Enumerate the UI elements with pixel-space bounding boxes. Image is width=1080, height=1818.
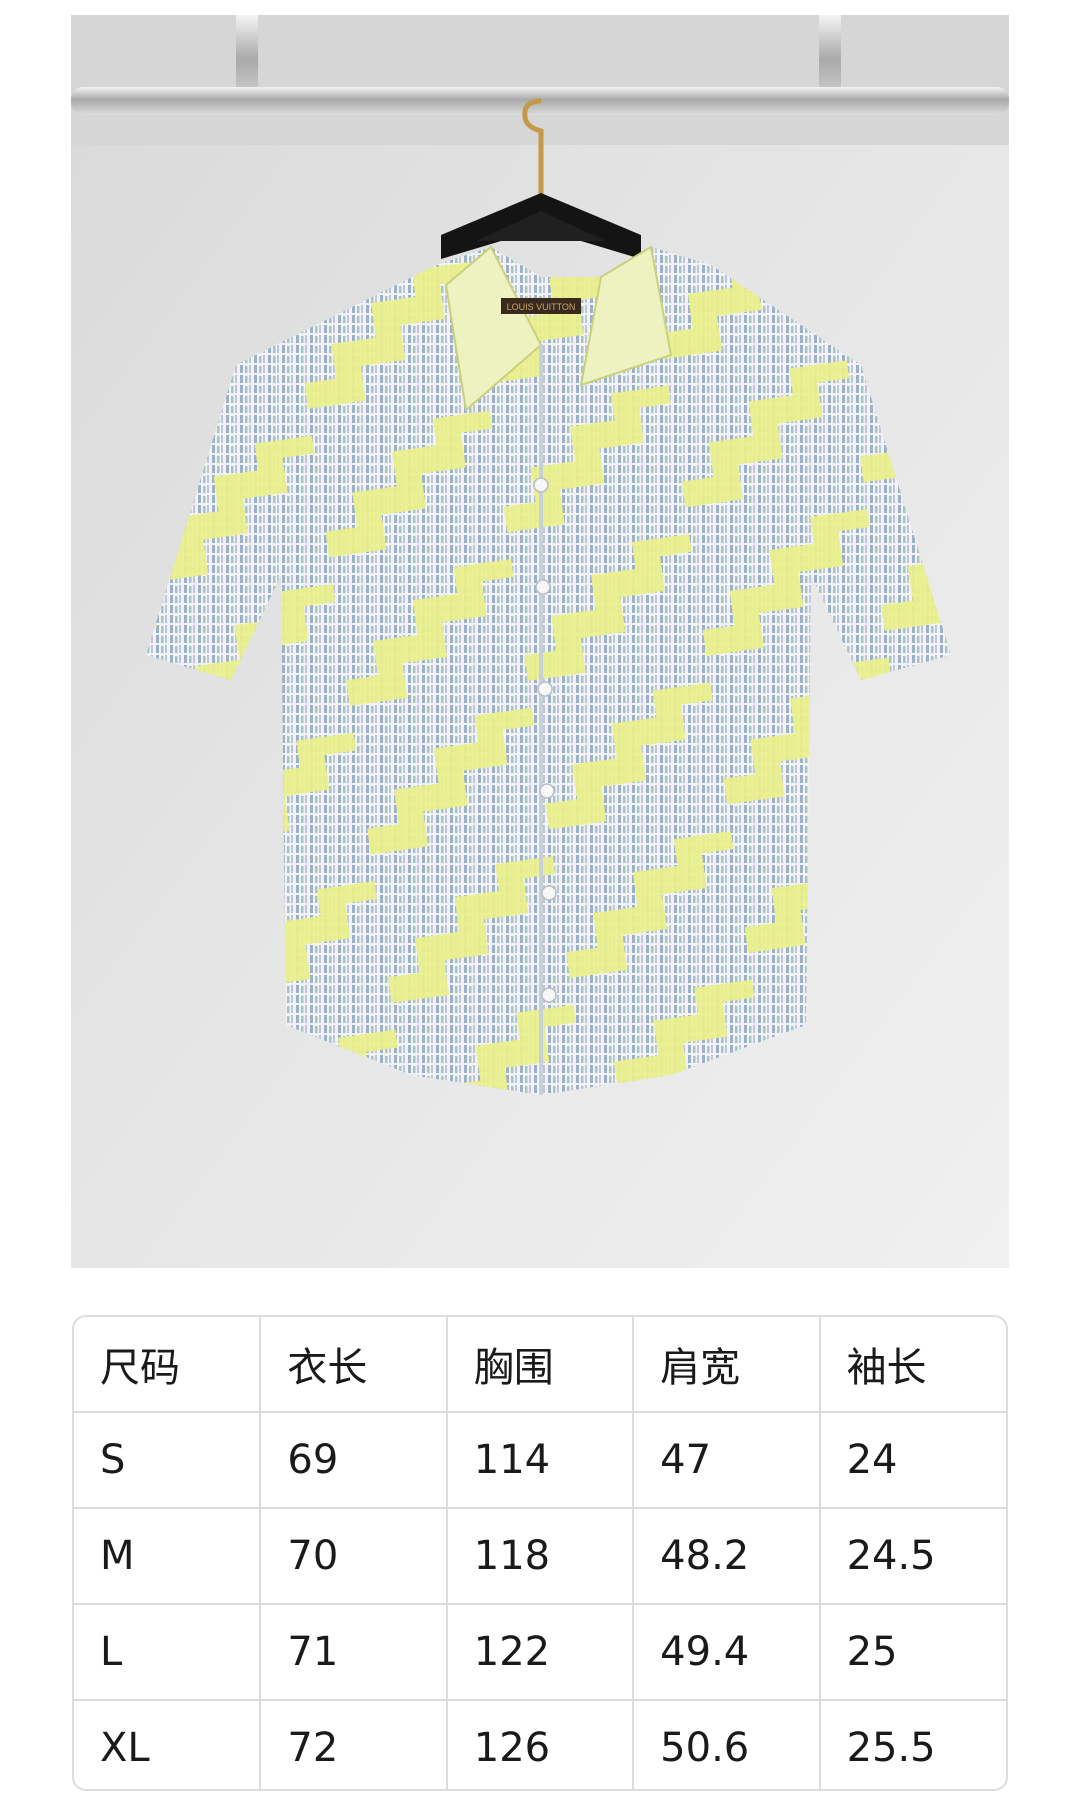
table-cell: 48.2 — [633, 1508, 821, 1605]
header-cell: 袖长 — [819, 1317, 1006, 1413]
header-cell: 尺码 — [74, 1317, 262, 1413]
table-cell: 49.4 — [633, 1604, 821, 1701]
product-photo: LOUIS VUITTON — [71, 15, 1009, 1268]
table-cell: 122 — [446, 1604, 635, 1701]
brand-label: LOUIS VUITTON — [507, 302, 576, 312]
table-cell: 50.6 — [633, 1700, 821, 1789]
table-cell: 47 — [633, 1412, 821, 1509]
size-chart: 尺码 衣长 胸围 肩宽 袖长 S 69 114 47 24 M 70 118 4… — [72, 1315, 1008, 1791]
size-table: 尺码 衣长 胸围 肩宽 袖长 S 69 114 47 24 M 70 118 4… — [74, 1317, 1006, 1789]
table-row: M 70 118 48.2 24.5 — [74, 1508, 1006, 1605]
header-cell: 胸围 — [446, 1317, 635, 1413]
table-row: XL 72 126 50.6 25.5 — [74, 1700, 1006, 1789]
table-cell: L — [74, 1604, 262, 1701]
table-cell: 71 — [260, 1604, 448, 1701]
table-cell: 25.5 — [846, 1725, 936, 1771]
table-cell: 25 — [819, 1604, 1006, 1701]
table-cell: M — [74, 1508, 262, 1605]
shirt-on-hanger-illustration: LOUIS VUITTON — [71, 15, 1009, 1268]
table-header-row: 尺码 衣长 胸围 肩宽 袖长 — [74, 1317, 1006, 1413]
table-cell: XL — [74, 1700, 262, 1789]
table-cell: 114 — [446, 1412, 635, 1509]
table-row: S 69 114 47 24 — [74, 1412, 1006, 1509]
table-cell: S — [74, 1412, 262, 1509]
header-cell: 肩宽 — [633, 1317, 821, 1413]
table-cell: 24.5 — [819, 1508, 1006, 1605]
table-cell: 70 — [260, 1508, 448, 1605]
table-row: L 71 122 49.4 25 — [74, 1604, 1006, 1701]
table-cell: 69 — [260, 1412, 448, 1509]
table-cell: 24 — [819, 1412, 1006, 1509]
table-cell: 118 — [446, 1508, 635, 1605]
table-cell: 72 — [260, 1700, 448, 1789]
table-cell: 126 — [446, 1700, 635, 1789]
header-cell: 衣长 — [260, 1317, 448, 1413]
